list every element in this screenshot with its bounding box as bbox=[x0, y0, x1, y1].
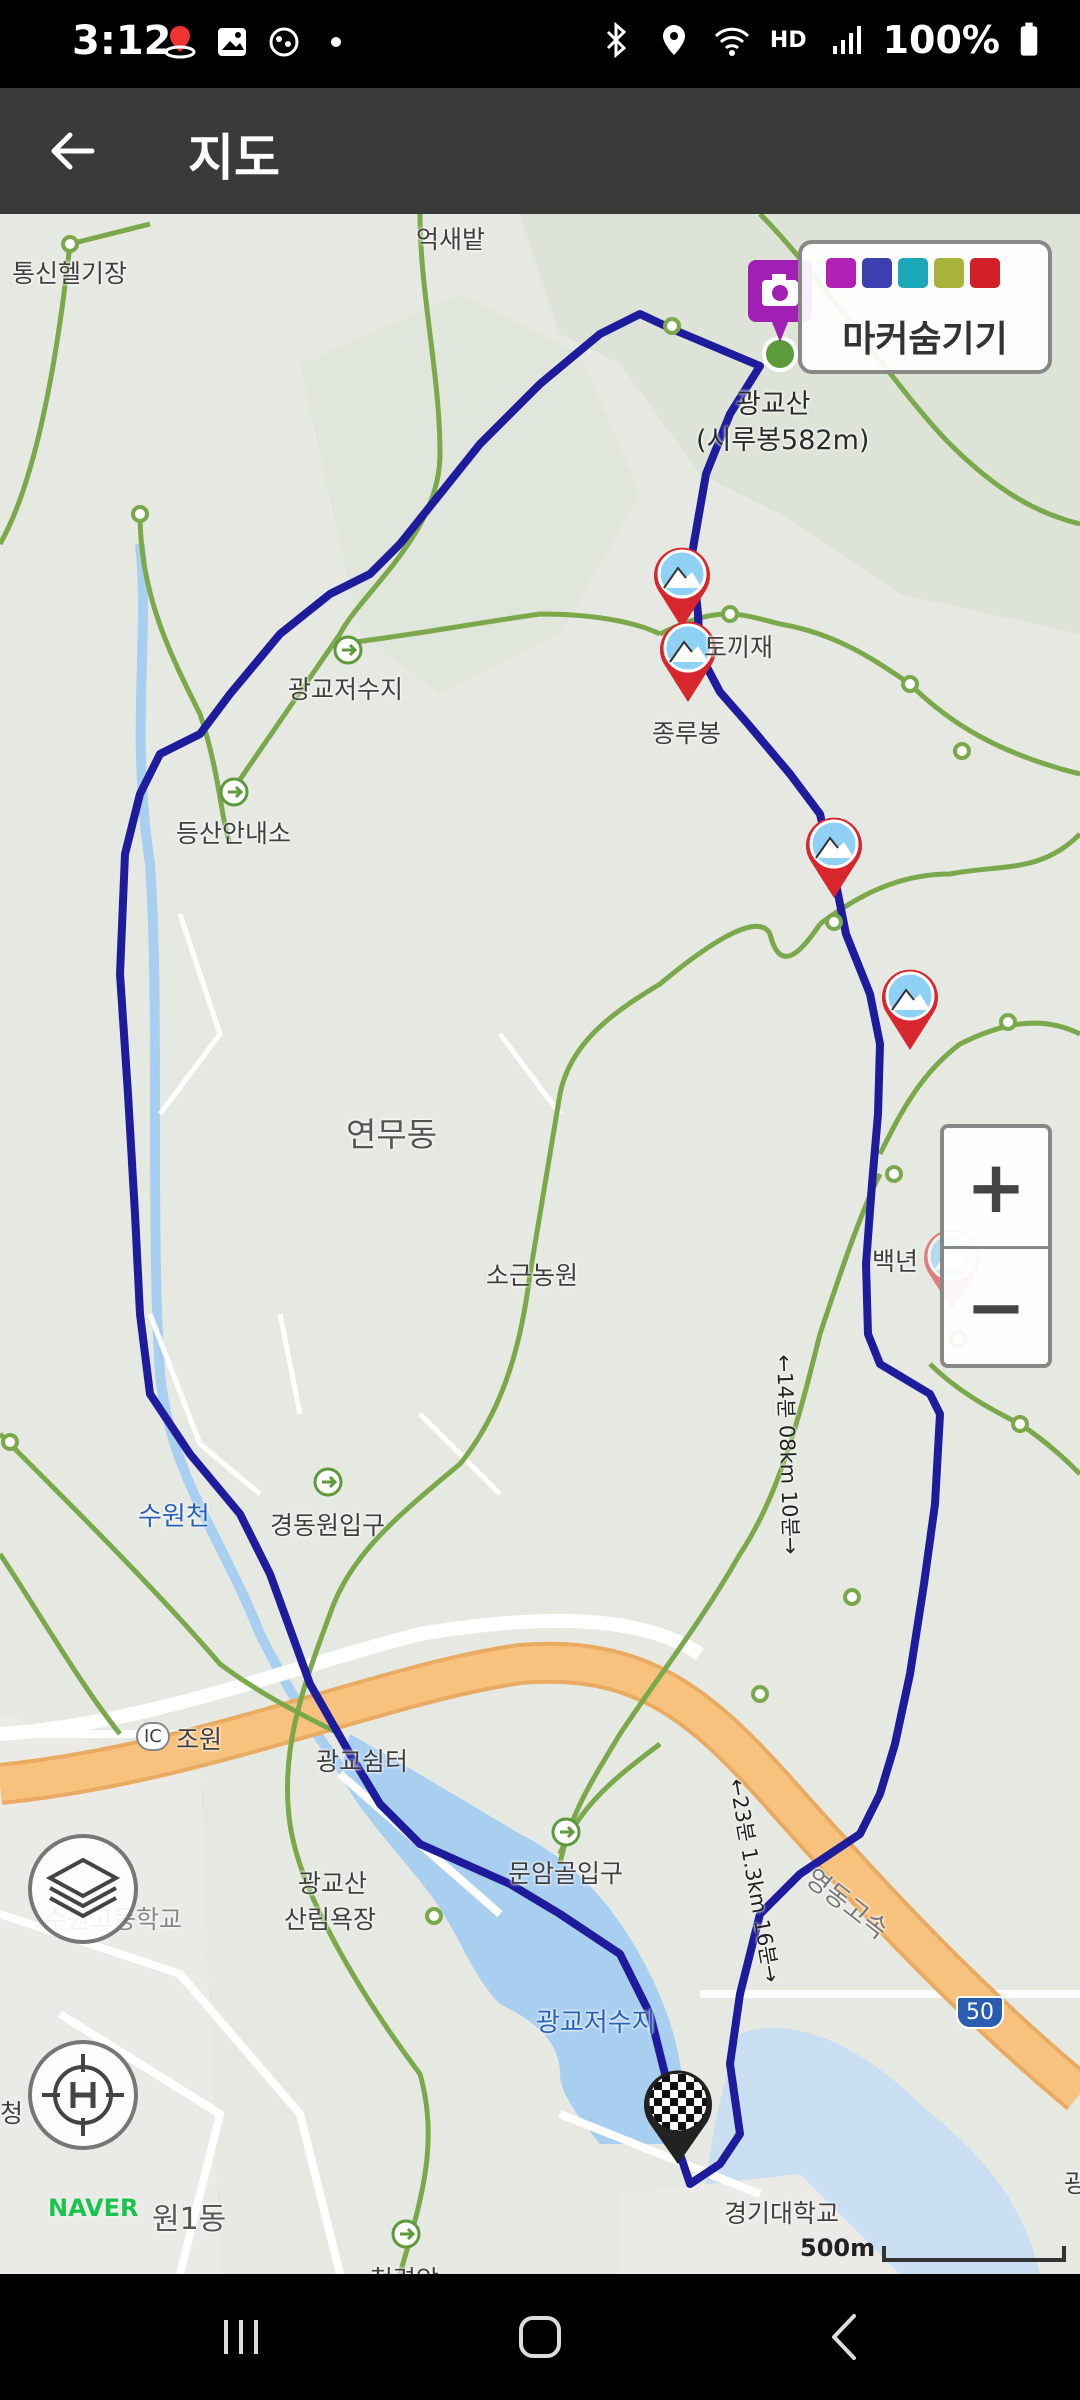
label-kyonggi-univ: 경기대학교 bbox=[724, 2199, 840, 2228]
video-icon bbox=[862, 258, 892, 288]
label-forest-bath-1: 광교산 bbox=[298, 1869, 368, 1898]
label-gwanggyosan: 광교산 bbox=[736, 389, 811, 420]
location-notification-icon bbox=[164, 26, 196, 59]
zoom-out-button[interactable]: − bbox=[944, 1248, 1048, 1366]
label-cheongryeonam: 청련암 bbox=[370, 2260, 439, 2274]
note-icon bbox=[934, 258, 964, 288]
flag-icon bbox=[970, 258, 1000, 288]
battery-icon bbox=[1020, 22, 1038, 56]
layers-button[interactable] bbox=[28, 1834, 138, 1944]
label-sogeun-farm: 소근농원 bbox=[486, 1261, 579, 1290]
pin-icon bbox=[898, 258, 928, 288]
label-sirubong: (시루봉582m) bbox=[696, 425, 870, 456]
label-gong-edge: 광 bbox=[1064, 2169, 1080, 2198]
label-suwoncheon: 수원천 bbox=[138, 1502, 210, 1532]
status-time: 3:12 bbox=[72, 18, 172, 64]
app-bar: 지도 bbox=[0, 88, 1080, 214]
bluetooth-icon bbox=[606, 21, 627, 59]
finish-flag-icon[interactable] bbox=[638, 2066, 718, 2166]
label-won1dong: 원1동 bbox=[152, 2202, 227, 2237]
gallery-icon bbox=[218, 28, 246, 56]
label-gwanggyo-shelter: 광교쉼터 bbox=[316, 1747, 409, 1776]
zoom-control: + − bbox=[940, 1124, 1052, 1368]
label-munamgol: 문암골입구 bbox=[508, 1859, 624, 1888]
hd-voice-icon: HD bbox=[769, 27, 807, 53]
system-nav-bar bbox=[0, 2274, 1080, 2400]
label-tokkijae: 토끼재 bbox=[704, 633, 774, 662]
scale-label: 500m bbox=[800, 2234, 876, 2262]
label-forest-bath-2: 산림욕장 bbox=[284, 1905, 377, 1934]
location-icon bbox=[662, 25, 685, 55]
wifi-icon bbox=[714, 27, 749, 56]
label-gyeongdong-entrance: 경동원입구 bbox=[270, 1511, 386, 1540]
signal-icon bbox=[832, 26, 861, 54]
label-cheong: 청 bbox=[0, 2099, 24, 2128]
label-trail-office: 등산안내소 bbox=[176, 819, 292, 848]
label-yeonmudong: 연무동 bbox=[346, 1115, 438, 1154]
back-icon[interactable] bbox=[810, 2302, 880, 2372]
arrow-left-icon[interactable] bbox=[40, 118, 106, 184]
gps-h-icon bbox=[42, 2054, 124, 2136]
fitness-app-icon bbox=[269, 27, 299, 57]
label-baeknyeon: 백년 bbox=[872, 1247, 919, 1276]
label-eoksaebat: 억새밭 bbox=[416, 225, 486, 254]
map-scale: 500m bbox=[800, 2234, 1066, 2264]
gps-button[interactable] bbox=[28, 2040, 138, 2150]
label-jongrubong: 종루봉 bbox=[652, 719, 722, 748]
ic-badge: IC bbox=[136, 1722, 170, 1751]
page-title: 지도 bbox=[188, 129, 280, 187]
route-50-badge: 50 bbox=[956, 1996, 1004, 2029]
status-bar: 3:12 HD 100% bbox=[0, 0, 1080, 88]
dot-icon bbox=[331, 37, 341, 47]
zoom-in-button[interactable]: + bbox=[944, 1128, 1048, 1249]
scale-bar bbox=[882, 2246, 1066, 2262]
naver-logo: NAVER bbox=[48, 2194, 139, 2222]
peak-marker-3[interactable] bbox=[802, 814, 866, 900]
status-right-icons: HD 100% bbox=[596, 18, 1040, 62]
recent-apps-icon[interactable] bbox=[206, 2302, 276, 2372]
marker-type-icons bbox=[826, 258, 1000, 288]
battery-percent: 100% bbox=[882, 18, 1000, 62]
gwanggyo-reservoir-shape bbox=[340, 1734, 684, 2144]
label-tongsin-helipad: 통신헬기장 bbox=[12, 259, 128, 288]
label-jowon: 조원 bbox=[176, 1725, 223, 1754]
layers-icon bbox=[45, 1857, 121, 1919]
peak-marker-4[interactable] bbox=[878, 966, 942, 1052]
label-gwanggyo-reservoir: 광교저수지 bbox=[536, 2008, 656, 2038]
map-view[interactable]: 통신헬기장 억새밭 광교산 (시루봉582m) 토끼재 종루봉 광교저수지 등산… bbox=[0, 214, 1080, 2274]
marker-hide-label: 마커숨기기 bbox=[842, 319, 1008, 360]
marker-hide-button[interactable]: 마커숨기기 bbox=[798, 240, 1052, 374]
status-left-icons bbox=[160, 22, 356, 62]
home-icon[interactable] bbox=[505, 2302, 575, 2372]
camera-icon bbox=[826, 258, 856, 288]
label-gwanggyo-reservoir-top: 광교저수지 bbox=[288, 675, 404, 704]
